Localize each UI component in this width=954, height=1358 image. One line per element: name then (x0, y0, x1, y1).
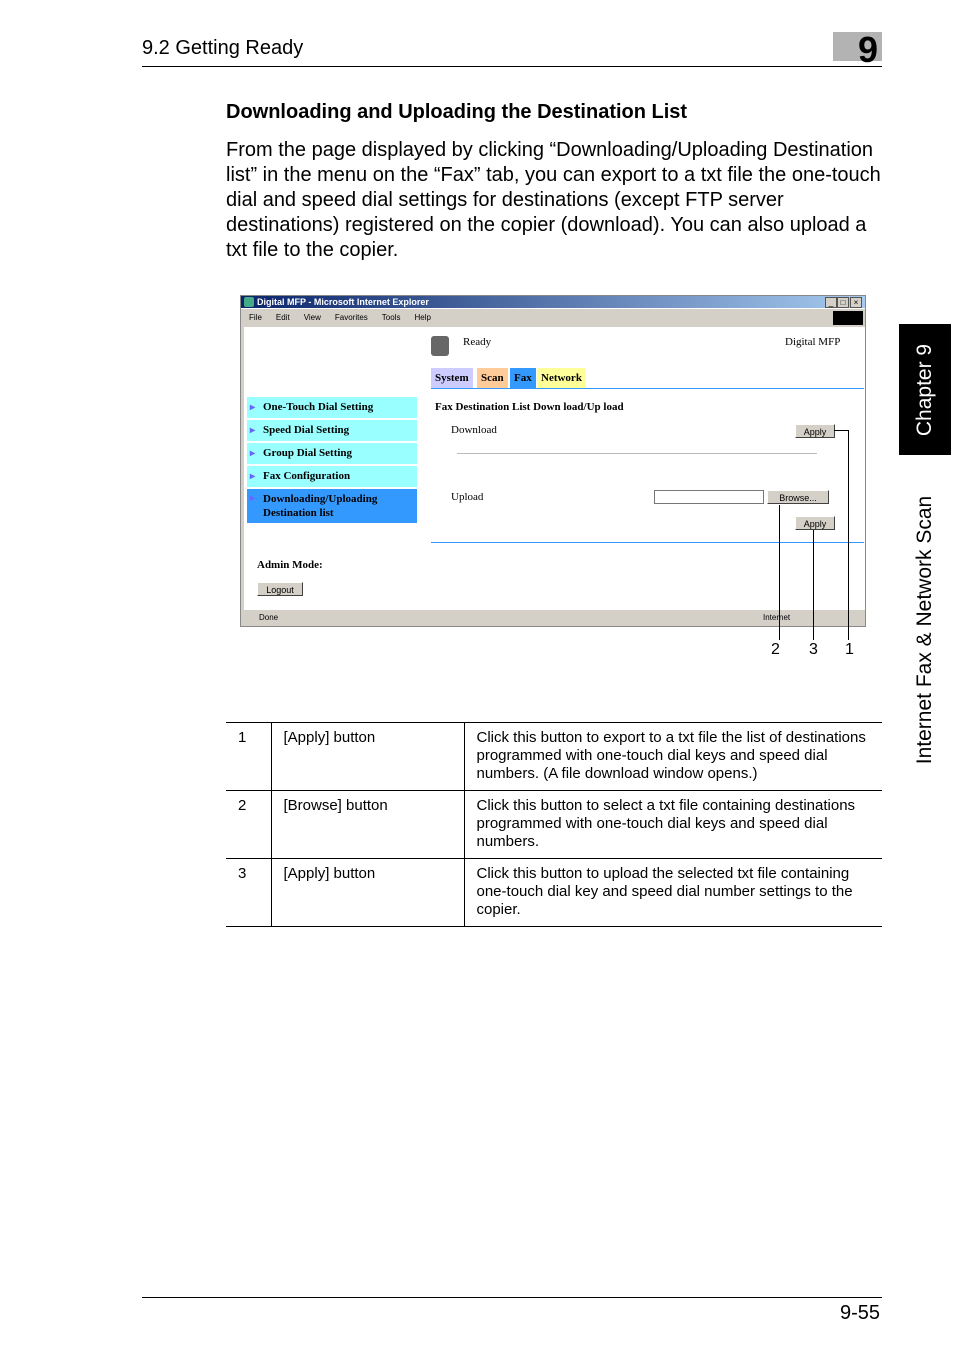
upload-apply-button[interactable]: Apply (795, 516, 835, 530)
windows-logo-icon (833, 311, 863, 325)
page-number: 9-55 (839, 1302, 880, 1324)
callout-3: 3 (809, 641, 818, 658)
sidebar-item-speed-dial[interactable]: Speed Dial Setting (247, 420, 417, 441)
section-header: 9.2 Getting Ready (142, 37, 304, 59)
table-row: 1 [Apply] button Click this button to expo… (226, 722, 882, 791)
tab-scan[interactable]: Scan (477, 368, 508, 388)
status-bar: Done Internet (241, 610, 865, 626)
sidebar-item-fax-config[interactable]: Fax Configuration (247, 466, 417, 487)
status-zone: Internet (763, 613, 791, 622)
description-table: 1 [Apply] button Click this button to expo… (226, 722, 882, 927)
menu-file[interactable]: File (249, 313, 262, 322)
device-name: Digital MFP (785, 336, 841, 348)
ie-icon (244, 297, 254, 307)
callout-line-2 (779, 505, 780, 640)
menu-tools[interactable]: Tools (382, 313, 401, 322)
chapter-tab-label: Chapter 9 (913, 343, 937, 436)
download-apply-button[interactable]: Apply (795, 424, 835, 438)
footer-rule (142, 1297, 882, 1298)
upload-label: Upload (451, 491, 484, 503)
header-rule (142, 66, 882, 67)
logout-button[interactable]: Logout (257, 582, 303, 596)
sidebar-item-group-dial[interactable]: Group Dial Setting (247, 443, 417, 464)
upload-file-input[interactable] (654, 490, 764, 504)
maximize-icon[interactable]: □ (837, 297, 849, 308)
tab-system[interactable]: System (431, 368, 473, 388)
status-done: Done (259, 613, 279, 622)
callout-line-3 (813, 530, 814, 640)
close-icon[interactable]: × (850, 297, 862, 308)
window-title: Digital MFP - Microsoft Internet Explore… (241, 296, 865, 308)
page-title: Fax Destination List Down load/Up load (435, 401, 624, 413)
callout-1: 1 (845, 641, 854, 658)
table-row: 2 [Browse] button Click this button to sel… (226, 790, 882, 859)
table-row: 3 [Apply] button Click this button to uplo… (226, 858, 882, 927)
chapter-number: 9 (858, 29, 879, 70)
status-ready: Ready (463, 336, 492, 348)
tab-network[interactable]: Network (537, 368, 586, 388)
browser-screenshot: Digital MFP - Microsoft Internet Explore… (240, 295, 866, 627)
admin-mode-label: Admin Mode: (257, 559, 323, 571)
minimize-icon[interactable]: _ (825, 297, 837, 308)
body-paragraph: From the page displayed by clicking “Dow… (226, 139, 881, 261)
chapter-title-vertical: Internet Fax & Network Scan (913, 495, 937, 765)
menu-view[interactable]: View (304, 313, 321, 322)
menu-help[interactable]: Help (414, 313, 430, 322)
callout-2: 2 (771, 641, 780, 658)
sidebar-item-one-touch[interactable]: One-Touch Dial Setting (247, 397, 417, 418)
tab-fax[interactable]: Fax (510, 368, 536, 388)
section-heading: Downloading and Uploading the Destinatio… (226, 101, 688, 123)
sidebar-item-download-upload[interactable]: Downloading/UploadingDestination list (247, 489, 417, 523)
browse-button[interactable]: Browse... (767, 490, 829, 504)
download-label: Download (451, 424, 497, 436)
menu-favorites[interactable]: Favorites (335, 313, 368, 322)
menu-bar: File Edit View Favorites Tools Help (241, 309, 865, 327)
callout-line-1 (848, 430, 849, 640)
menu-edit[interactable]: Edit (276, 313, 290, 322)
printer-icon (431, 336, 449, 356)
